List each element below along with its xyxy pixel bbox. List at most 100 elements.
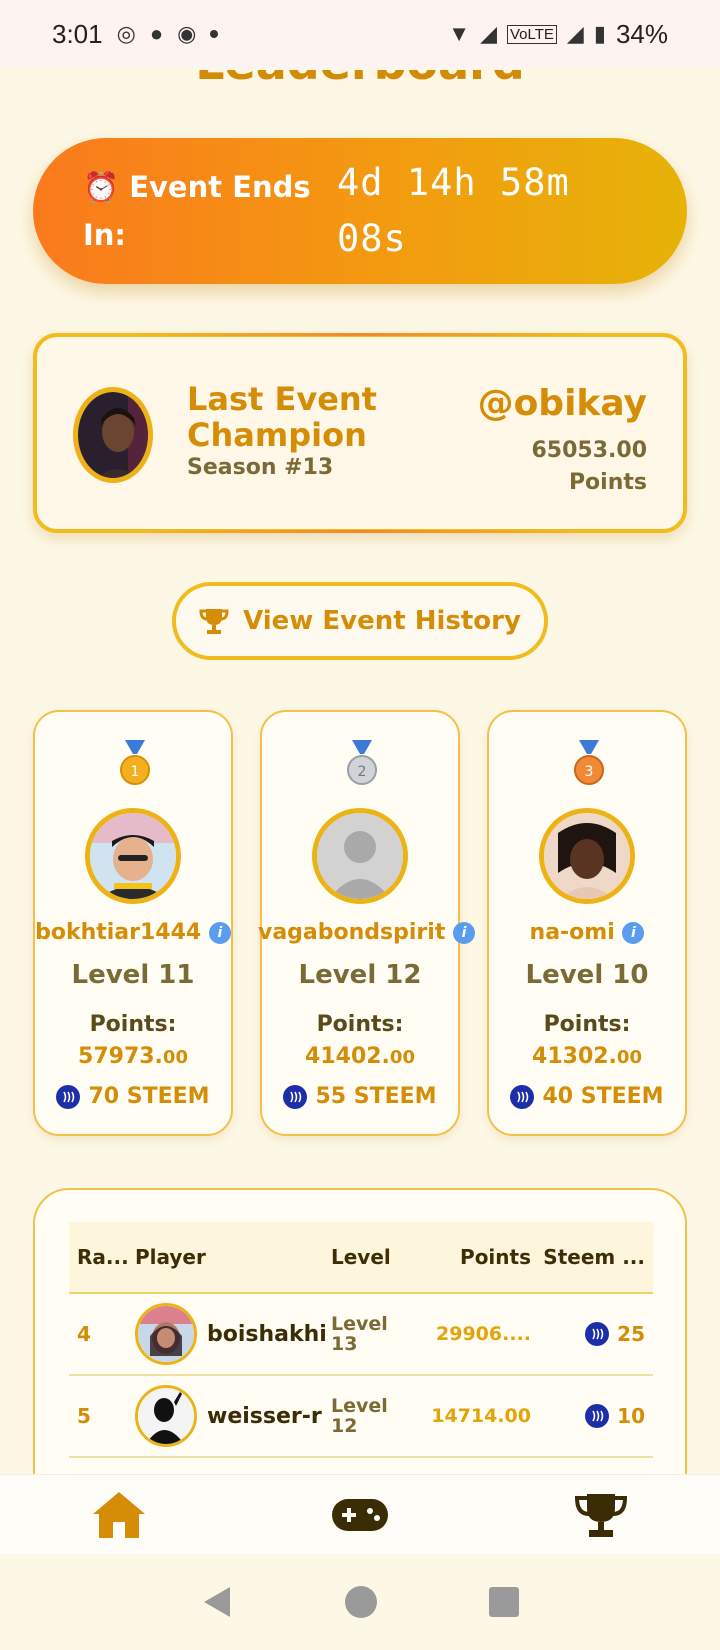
podium-third-reward-text: 40 STEEM xyxy=(542,1084,664,1109)
gold-medal-icon: 1 xyxy=(120,740,150,785)
recents-icon[interactable] xyxy=(488,1586,520,1618)
status-bar: 3:01 ◎ ● ◉ ▼ ◢ VoLTE ◢ ▮ 34% xyxy=(0,0,720,68)
row-player: boishakhi xyxy=(135,1303,331,1365)
champion-title: Last Event Champion xyxy=(187,380,377,454)
whatsapp-icon: ◎ xyxy=(116,21,136,46)
podium-third-points-label: Points: xyxy=(543,1012,631,1037)
table-row[interactable]: 5 weisser-r Level 12 14714.00 10 xyxy=(69,1376,653,1458)
row-level-num: 12 xyxy=(331,1415,358,1437)
podium-third-username[interactable]: na-omi i xyxy=(485,920,689,945)
table-row[interactable]: 4 boishakhi Level 13 29906.... 25 xyxy=(69,1294,653,1376)
steem-icon xyxy=(510,1084,535,1109)
header-points[interactable]: Points xyxy=(421,1245,531,1269)
row-player-name: boishakhi xyxy=(207,1321,327,1347)
notification-icons: ◎ ● ◉ xyxy=(117,21,219,47)
header-player[interactable]: Player xyxy=(135,1245,331,1269)
champion-name[interactable]: @obikay xyxy=(478,383,647,424)
podium-second-points: 41402.00 xyxy=(262,1044,458,1069)
row-rank: 5 xyxy=(77,1404,91,1428)
trophy-icon xyxy=(199,609,229,634)
info-icon[interactable]: i xyxy=(453,922,476,944)
podium-third-points-int: 41302. xyxy=(532,1044,617,1069)
podium-second-reward: 55 STEEM xyxy=(262,1084,458,1109)
podium-second-reward-text: 55 STEEM xyxy=(315,1084,437,1109)
podium-second[interactable]: 2 vagabondspirit i Level 12 Points: 4140… xyxy=(258,710,476,1136)
leaderboard-trophy-icon[interactable] xyxy=(573,1490,629,1540)
podium-second-username[interactable]: vagabondspirit i xyxy=(258,920,476,945)
last-champion-card: Last Event Champion Season #13 @obikay 6… xyxy=(33,333,687,533)
champion-points: 65053.00 Points xyxy=(531,435,647,499)
podium-first-reward: 70 STEEM xyxy=(35,1084,231,1109)
champion-avatar xyxy=(73,387,153,483)
row-level-word: Level xyxy=(331,1395,388,1417)
row-points: 14714.00 xyxy=(431,1405,531,1427)
gamepad-icon[interactable] xyxy=(330,1497,390,1533)
info-icon[interactable]: i xyxy=(622,922,645,944)
table-header: Ra... Player Level Points Steem ... xyxy=(69,1222,653,1294)
podium-third-username-text: na-omi xyxy=(529,920,615,945)
header-level[interactable]: Level xyxy=(331,1245,421,1269)
view-event-history-label: View Event History xyxy=(243,606,521,636)
row-level-word: Level xyxy=(331,1313,388,1335)
row-avatar xyxy=(135,1303,197,1365)
podium-first-reward-text: 70 STEEM xyxy=(88,1084,210,1109)
champion-points-label: Points xyxy=(568,470,647,495)
timer-value: 4d 14h 58m 08s xyxy=(337,161,570,260)
row-steem-value: 10 xyxy=(617,1404,645,1428)
bottom-navigation xyxy=(0,1474,720,1554)
steem-icon xyxy=(283,1084,308,1109)
header-rank[interactable]: Ra... xyxy=(69,1245,135,1269)
row-steem: 25 xyxy=(531,1322,653,1346)
podium-second-avatar xyxy=(312,808,408,904)
row-level-num: 13 xyxy=(331,1333,358,1355)
steem-icon xyxy=(585,1404,610,1428)
podium-second-points-dec: 00 xyxy=(389,1047,415,1068)
podium-second-username-text: vagabondspirit xyxy=(258,920,446,945)
volte-badge: VoLTE xyxy=(507,24,557,44)
podium-first-points-int: 57973. xyxy=(78,1044,163,1069)
home-circle-icon[interactable] xyxy=(344,1585,378,1619)
podium-second-points-label: Points: xyxy=(316,1012,404,1037)
system-navigation xyxy=(0,1554,720,1650)
more-notifications-icon xyxy=(210,30,219,38)
row-player-name: weisser-r xyxy=(207,1403,322,1429)
row-player: weisser-r xyxy=(135,1385,331,1447)
leaderboard-table: Ra... Player Level Points Steem ... 4 bo xyxy=(69,1222,653,1458)
status-time: 3:01 xyxy=(52,18,103,49)
podium-first-username[interactable]: bokhtiar1444 i xyxy=(31,920,235,945)
podium-third-points: 41302.00 xyxy=(489,1044,685,1069)
podium-first-username-text: bokhtiar1444 xyxy=(35,920,202,945)
podium-first[interactable]: 1 bokhtiar1444 i Level 11 Points: 57973.… xyxy=(33,710,233,1136)
home-icon[interactable] xyxy=(91,1490,147,1540)
podium-first-points-dec: 00 xyxy=(162,1047,188,1068)
podium-third-level: Level 10 xyxy=(525,960,649,990)
row-level: Level 12 xyxy=(331,1396,421,1436)
row-steem: 10 xyxy=(531,1404,653,1428)
timer-label: ⏰ Event Ends In: xyxy=(83,170,311,252)
podium-first-level: Level 11 xyxy=(71,960,195,990)
event-timer: ⏰ Event Ends In: 4d 14h 58m 08s xyxy=(33,138,687,284)
row-level: Level 13 xyxy=(331,1314,421,1354)
champion-points-value: 65053.00 xyxy=(531,438,647,463)
podium-first-points-label: Points: xyxy=(89,1012,177,1037)
podium-third-reward: 40 STEEM xyxy=(489,1084,685,1109)
header-steem[interactable]: Steem ... xyxy=(531,1245,653,1269)
podium-second-points-int: 41402. xyxy=(305,1044,390,1069)
silver-medal-icon: 2 xyxy=(347,740,377,785)
chat-icon: ● xyxy=(149,21,164,46)
podium-second-level: Level 12 xyxy=(298,960,422,990)
row-steem-value: 25 xyxy=(617,1322,645,1346)
podium-third[interactable]: 3 na-omi i Level 10 Points: 41302.00 40 … xyxy=(487,710,687,1136)
signal-icon: ◢ xyxy=(480,21,497,46)
podium-first-points: 57973.00 xyxy=(35,1044,231,1069)
info-icon[interactable]: i xyxy=(208,922,231,944)
battery-percent: 34% xyxy=(615,18,668,49)
svg-text:2: 2 xyxy=(358,764,367,780)
row-points: 29906.... xyxy=(436,1323,531,1345)
svg-text:1: 1 xyxy=(131,764,140,780)
champion-season: Season #13 xyxy=(187,455,334,480)
signal-icon-2: ◢ xyxy=(566,21,584,46)
back-icon[interactable] xyxy=(200,1585,234,1619)
podium-third-points-dec: 00 xyxy=(616,1047,642,1068)
view-event-history-button[interactable]: View Event History xyxy=(172,582,548,660)
